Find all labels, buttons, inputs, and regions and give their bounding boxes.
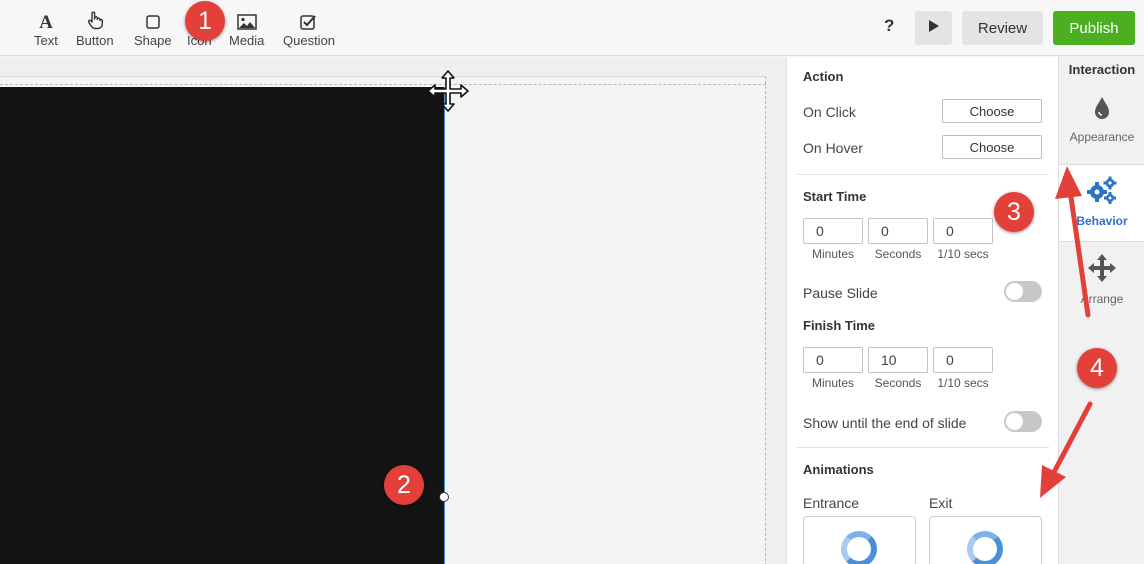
start-minutes-input[interactable]: 0 <box>803 218 863 244</box>
question-tool[interactable]: Question <box>283 8 335 48</box>
callout-2: 2 <box>384 465 424 505</box>
finish-minutes-unit: Minutes <box>811 376 855 390</box>
text-tool-label: Text <box>34 33 58 48</box>
start-tenths-input[interactable]: 0 <box>933 218 993 244</box>
animation-ring-icon <box>967 531 1003 564</box>
behavior-panel: Action On Click Choose On Hover Choose S… <box>786 57 1058 564</box>
gears-icon <box>1085 175 1119 208</box>
show-until-end-label: Show until the end of slide <box>803 415 967 431</box>
finish-tenths-unit: 1/10 secs <box>937 376 989 390</box>
tab-arrange-label: Arrange <box>1080 292 1124 306</box>
question-tool-label: Question <box>283 33 336 48</box>
callout-1: 1 <box>185 1 225 41</box>
interaction-tabs-title: Interaction <box>1068 62 1136 77</box>
tab-behavior-label: Behavior <box>1076 214 1128 228</box>
action-heading: Action <box>803 69 844 84</box>
selected-shape[interactable] <box>0 87 445 564</box>
text-icon: A <box>37 8 55 30</box>
media-tool[interactable]: Media <box>229 8 264 48</box>
review-button[interactable]: Review <box>962 11 1043 45</box>
square-icon <box>145 8 161 30</box>
interaction-tabs: Interaction Appearance Behavior Arrange <box>1058 57 1144 564</box>
move-handle-icon[interactable] <box>426 69 470 113</box>
finish-seconds-input[interactable]: 10 <box>868 347 928 373</box>
button-tool-label: Button <box>76 33 114 48</box>
publish-button[interactable]: Publish <box>1053 11 1135 45</box>
entrance-animation-picker[interactable] <box>803 516 916 564</box>
start-seconds-input[interactable]: 0 <box>868 218 928 244</box>
animation-ring-icon <box>841 531 877 564</box>
show-until-end-toggle[interactable] <box>1004 411 1042 432</box>
exit-label: Exit <box>929 495 953 511</box>
toggle-knob <box>1006 413 1023 430</box>
media-tool-label: Media <box>229 33 265 48</box>
slide-bleed-guide <box>0 84 766 85</box>
entrance-label: Entrance <box>803 495 860 511</box>
checkbox-icon <box>300 8 318 30</box>
start-minutes-unit: Minutes <box>811 247 855 261</box>
pause-slide-toggle[interactable] <box>1004 281 1042 302</box>
toggle-knob <box>1006 283 1023 300</box>
on-hover-choose-button[interactable]: Choose <box>942 135 1042 159</box>
shape-tool-label: Shape <box>134 33 172 48</box>
finish-time-heading: Finish Time <box>803 318 875 333</box>
play-icon <box>928 19 940 38</box>
tab-appearance[interactable]: Appearance <box>1059 85 1144 163</box>
button-tool[interactable]: Button <box>76 8 114 48</box>
image-icon <box>236 8 257 30</box>
droplet-icon <box>1091 95 1113 124</box>
finish-seconds-unit: Seconds <box>874 376 922 390</box>
callout-3: 3 <box>994 192 1034 232</box>
top-toolbar: A Text Button Shape Icon Media Question … <box>0 0 1144 56</box>
pause-slide-label: Pause Slide <box>803 285 878 301</box>
shape-tool[interactable]: Shape <box>134 8 172 48</box>
hand-pointer-icon <box>85 8 105 30</box>
text-tool[interactable]: A Text <box>34 8 58 48</box>
preview-play-button[interactable] <box>915 11 952 45</box>
tab-arrange[interactable]: Arrange <box>1059 243 1144 321</box>
move-icon <box>1087 253 1117 286</box>
callout-4: 4 <box>1077 348 1117 388</box>
on-click-choose-button[interactable]: Choose <box>942 99 1042 123</box>
tab-behavior[interactable]: Behavior <box>1059 164 1144 242</box>
finish-tenths-input[interactable]: 0 <box>933 347 993 373</box>
divider <box>796 447 1049 448</box>
start-seconds-unit: Seconds <box>874 247 922 261</box>
animations-heading: Animations <box>803 462 874 477</box>
resize-handle[interactable] <box>439 492 449 502</box>
on-click-label: On Click <box>803 104 856 120</box>
finish-minutes-input[interactable]: 0 <box>803 347 863 373</box>
divider <box>796 174 1049 175</box>
tab-appearance-label: Appearance <box>1069 130 1135 144</box>
exit-animation-picker[interactable] <box>929 516 1042 564</box>
start-tenths-unit: 1/10 secs <box>937 247 989 261</box>
help-button[interactable]: ? <box>884 16 894 36</box>
on-hover-label: On Hover <box>803 140 863 156</box>
start-time-heading: Start Time <box>803 189 867 204</box>
svg-text:A: A <box>39 12 53 30</box>
